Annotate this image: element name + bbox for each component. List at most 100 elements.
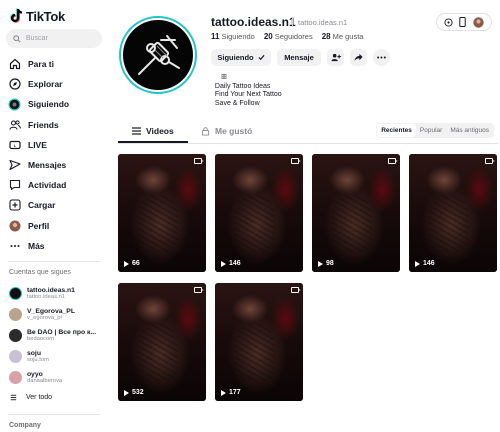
sort-option-popular[interactable]: Popular	[416, 124, 446, 137]
grid-icon	[132, 127, 141, 135]
nav-item-mensajes[interactable]: Mensajes	[8, 155, 104, 175]
following-button-label: Siguiendo	[217, 53, 254, 62]
video-card[interactable]: 177	[215, 283, 303, 401]
search-input[interactable]: Buscar	[6, 29, 102, 48]
sidebar: TikTok Buscar Para ti Explorar Siguiendo…	[0, 0, 108, 432]
tab-videos[interactable]: Videos	[132, 126, 174, 136]
stat-followers[interactable]: 20 Seguidores	[264, 32, 313, 41]
video-card[interactable]: 66	[118, 154, 206, 272]
view-count-value: 66	[132, 260, 140, 267]
stat-value: 11	[211, 32, 220, 41]
profile-avatar[interactable]	[119, 16, 197, 94]
content-tabs: Videos Me gustó Recientes Popular Más an…	[118, 122, 498, 144]
upload-icon	[8, 199, 21, 212]
profile-actions: Siguiendo Mensaje	[211, 49, 390, 66]
nav-item-explorar[interactable]: Explorar	[8, 74, 104, 94]
profile-bio: ꕥ Daily Tattoo Ideas Find Your Next Tatt…	[214, 74, 282, 107]
following-icon	[8, 98, 21, 111]
video-card[interactable]: 146	[409, 154, 497, 272]
share-button[interactable]	[350, 49, 367, 66]
stat-likes: 28 Me gusta	[322, 32, 364, 41]
account-handle: soju.tom	[27, 357, 49, 363]
nav-item-para-ti[interactable]: Para ti	[8, 54, 104, 74]
stat-label: Me gusta	[332, 32, 364, 41]
stat-value: 28	[321, 32, 331, 41]
nav-label: Más	[28, 240, 45, 251]
friends-icon	[8, 118, 21, 131]
nav-item-perfil[interactable]: Perfil	[8, 216, 104, 236]
divider	[8, 261, 100, 262]
view-count-value: 532	[132, 389, 144, 396]
tattoo-machine-icon	[138, 35, 180, 75]
following-account[interactable]: V_Egorova_PL v_egorova_pl	[9, 304, 104, 325]
video-camera-icon	[194, 158, 204, 164]
add-user-icon	[331, 53, 341, 62]
nav-item-cargar[interactable]: Cargar	[8, 195, 104, 215]
tiktok-logo[interactable]: TikTok	[10, 8, 65, 24]
company-link[interactable]: Company	[9, 422, 41, 429]
compass-icon[interactable]	[444, 17, 453, 27]
view-count-value: 98	[326, 260, 334, 267]
profile-username: tattoo.ideas.n1	[211, 15, 296, 29]
following-button[interactable]: Siguiendo	[211, 49, 271, 66]
nav-item-actividad[interactable]: Actividad	[8, 175, 104, 195]
search-icon	[13, 34, 21, 43]
play-icon	[318, 260, 323, 267]
nav-item-live[interactable]: L LIVE	[8, 135, 104, 155]
nav-label: Cargar	[28, 200, 56, 211]
see-all-link[interactable]: Ver todo	[9, 388, 104, 406]
account-handle: danaalberova	[27, 378, 63, 384]
tab-liked[interactable]: Me gustó	[201, 126, 252, 136]
following-account[interactable]: tattoo.ideas.n1 tattoo.ideas.n1	[9, 283, 104, 304]
profile-stats: 11 Siguiendo 20 Seguidores 28 Me gusta	[211, 32, 363, 41]
following-account[interactable]: Be DAO | Все про к... bedaocom	[9, 325, 104, 346]
nav-item-friends[interactable]: Friends	[8, 115, 104, 135]
video-thumbnail	[215, 154, 303, 272]
sort-option-oldest[interactable]: Más antiguos	[446, 124, 493, 137]
more-options-button[interactable]	[373, 49, 390, 66]
account-name: soju	[27, 350, 41, 357]
sort-option-recent[interactable]: Recientes	[377, 124, 416, 137]
video-thumbnail	[409, 154, 497, 272]
account-name: tattoo.ideas.n1	[27, 287, 75, 294]
following-account[interactable]: soju soju.tom	[9, 346, 104, 367]
stat-value: 20	[263, 32, 273, 41]
following-account[interactable]: оуyo danaalberova	[9, 367, 104, 388]
nav-label: Siguiendo	[28, 99, 70, 110]
account-name: V_Egorova_PL	[27, 308, 75, 315]
nav-label: Perfil	[28, 220, 50, 231]
nav-label: LIVE	[28, 139, 47, 150]
logo-text: TikTok	[26, 8, 65, 24]
nav-item-mas[interactable]: Más	[8, 236, 104, 256]
avatar-image	[123, 20, 193, 90]
tab-label: Videos	[146, 126, 174, 136]
view-count-value: 146	[229, 260, 241, 267]
video-thumbnail	[215, 283, 303, 401]
video-card[interactable]: 532	[118, 283, 206, 401]
messages-icon	[8, 159, 21, 172]
divider	[118, 143, 498, 144]
profile-avatar-icon[interactable]	[473, 16, 484, 28]
list-icon	[10, 394, 17, 400]
add-friend-button[interactable]	[327, 49, 344, 66]
account-handle: bedaocom	[27, 336, 55, 342]
nav-item-siguiendo[interactable]: Siguiendo	[8, 94, 104, 114]
sort-switch: Recientes Popular Más antiguos	[376, 123, 494, 138]
account-name: оуyo	[27, 371, 43, 378]
video-card[interactable]: 146	[215, 154, 303, 272]
stat-label: Seguidores	[274, 32, 313, 41]
video-camera-icon	[194, 287, 204, 293]
play-icon	[415, 260, 420, 267]
divider	[292, 17, 293, 27]
phone-icon[interactable]	[459, 17, 467, 27]
see-all-label: Ver todo	[26, 393, 53, 401]
message-button[interactable]: Mensaje	[277, 49, 321, 66]
nav-label: Actividad	[28, 180, 67, 191]
account-handle: v_egorova_pl	[27, 315, 62, 321]
video-card[interactable]: 98	[312, 154, 400, 272]
tiktok-logo-icon	[10, 8, 23, 23]
nav-label: Friends	[28, 119, 59, 130]
play-icon	[221, 389, 226, 396]
account-handle: tattoo.ideas.n1	[27, 294, 66, 300]
stat-following[interactable]: 11 Siguiendo	[211, 32, 255, 41]
